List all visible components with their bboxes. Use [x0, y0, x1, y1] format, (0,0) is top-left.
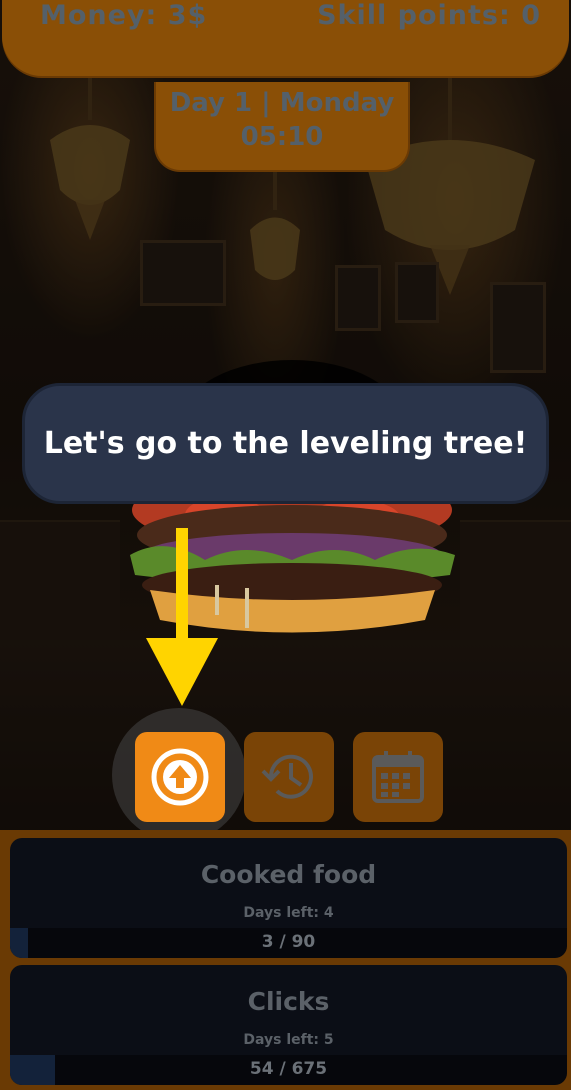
goal-card-cooked-food: Cooked food Days left: 4 3 / 90: [10, 838, 567, 958]
goal-title: Clicks: [247, 987, 330, 1016]
goal-card-clicks: Clicks Days left: 5 54 / 675: [10, 965, 567, 1085]
day-time-panel: Day 1 | Monday 05:10: [154, 82, 410, 172]
calendar-button[interactable]: [353, 732, 443, 822]
goal-progress-text: 3 / 90: [261, 932, 316, 952]
goal-progress-text: 54 / 675: [249, 1059, 328, 1079]
goal-progress-bar: 3 / 90: [10, 928, 567, 958]
tutorial-tooltip: Let's go to the leveling tree!: [22, 383, 549, 504]
pointer-arrow-icon: [146, 528, 218, 706]
money-label: Money: 3$: [40, 0, 208, 31]
history-clock-icon: [261, 754, 313, 799]
top-status-bar: Money: 3$ Skill points: 0: [2, 0, 569, 76]
goal-days-left: Days left: 4: [243, 905, 334, 921]
goal-progress-bar: 54 / 675: [10, 1055, 567, 1085]
goal-days-left: Days left: 5: [243, 1032, 334, 1048]
clock-time: 05:10: [240, 122, 324, 152]
history-button[interactable]: [244, 732, 334, 822]
leveling-tree-button[interactable]: [135, 732, 225, 822]
arrow-up-circle-icon: [151, 748, 209, 806]
day-label: Day 1 | Monday: [169, 88, 395, 118]
goal-title: Cooked food: [200, 860, 377, 889]
tutorial-message: Let's go to the leveling tree!: [43, 426, 528, 461]
skill-points-label: Skill points: 0: [317, 0, 541, 31]
calendar-icon: [372, 751, 424, 803]
